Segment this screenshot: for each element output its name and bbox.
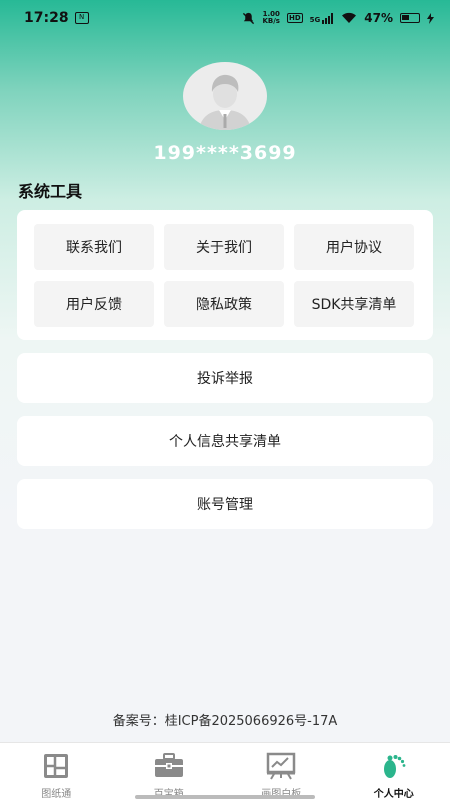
footprint-icon	[379, 751, 409, 781]
battery-icon	[400, 13, 420, 23]
charging-icon	[427, 12, 434, 24]
default-user-icon	[199, 74, 251, 130]
tools-card: 联系我们 关于我们 用户协议 用户反馈 隐私政策 SDK共享清单	[17, 210, 433, 340]
user-agreement-button[interactable]: 用户协议	[294, 224, 414, 270]
cell-signal-label: 5G	[309, 15, 321, 24]
contact-us-button[interactable]: 联系我们	[34, 224, 154, 270]
user-feedback-button[interactable]: 用户反馈	[34, 281, 154, 327]
tab-blueprint[interactable]: 图纸通	[0, 743, 113, 800]
network-speed-unit: KB/s	[262, 17, 280, 25]
avatar[interactable]	[183, 62, 267, 130]
home-indicator[interactable]	[135, 795, 315, 799]
mute-icon	[243, 12, 255, 24]
bottom-tab-bar: 图纸通 百宝箱 画图白板	[0, 742, 450, 800]
complaint-report-button[interactable]: 投诉举报	[17, 353, 433, 403]
status-left: 17:28 N	[24, 10, 89, 26]
status-time: 17:28	[24, 10, 69, 26]
tab-label: 个人中心	[373, 789, 414, 800]
app-notification-icon: N	[74, 12, 89, 24]
wifi-icon	[342, 12, 357, 23]
hd-icon: HD	[286, 13, 303, 23]
battery-percent: 47%	[364, 11, 393, 25]
cell-signal-icon: 5G	[309, 12, 335, 24]
account-management-button[interactable]: 账号管理	[17, 479, 433, 529]
tab-whiteboard[interactable]: 画图白板	[225, 743, 338, 800]
sdk-share-list-button[interactable]: SDK共享清单	[294, 281, 414, 327]
section-title-tools: 系统工具	[18, 182, 83, 201]
privacy-policy-button[interactable]: 隐私政策	[164, 281, 284, 327]
status-bar: 17:28 N 1.00 KB/s HD 5G 47%	[0, 0, 450, 36]
user-phone: 199****3699	[153, 142, 297, 164]
toolbox-icon	[154, 751, 184, 781]
blueprint-icon	[41, 751, 71, 781]
tab-personal-center[interactable]: 个人中心	[338, 743, 450, 800]
network-speed: 1.00 KB/s	[262, 11, 279, 25]
tab-label: 图纸通	[41, 789, 72, 800]
whiteboard-icon	[266, 751, 296, 781]
personal-info-share-list-button[interactable]: 个人信息共享清单	[17, 416, 433, 466]
icp-record[interactable]: 备案号：桂ICP备2025066926号-17A	[0, 710, 450, 729]
about-us-button[interactable]: 关于我们	[164, 224, 284, 270]
tab-toolbox[interactable]: 百宝箱	[113, 743, 226, 800]
status-right: 1.00 KB/s HD 5G 47%	[242, 11, 434, 25]
